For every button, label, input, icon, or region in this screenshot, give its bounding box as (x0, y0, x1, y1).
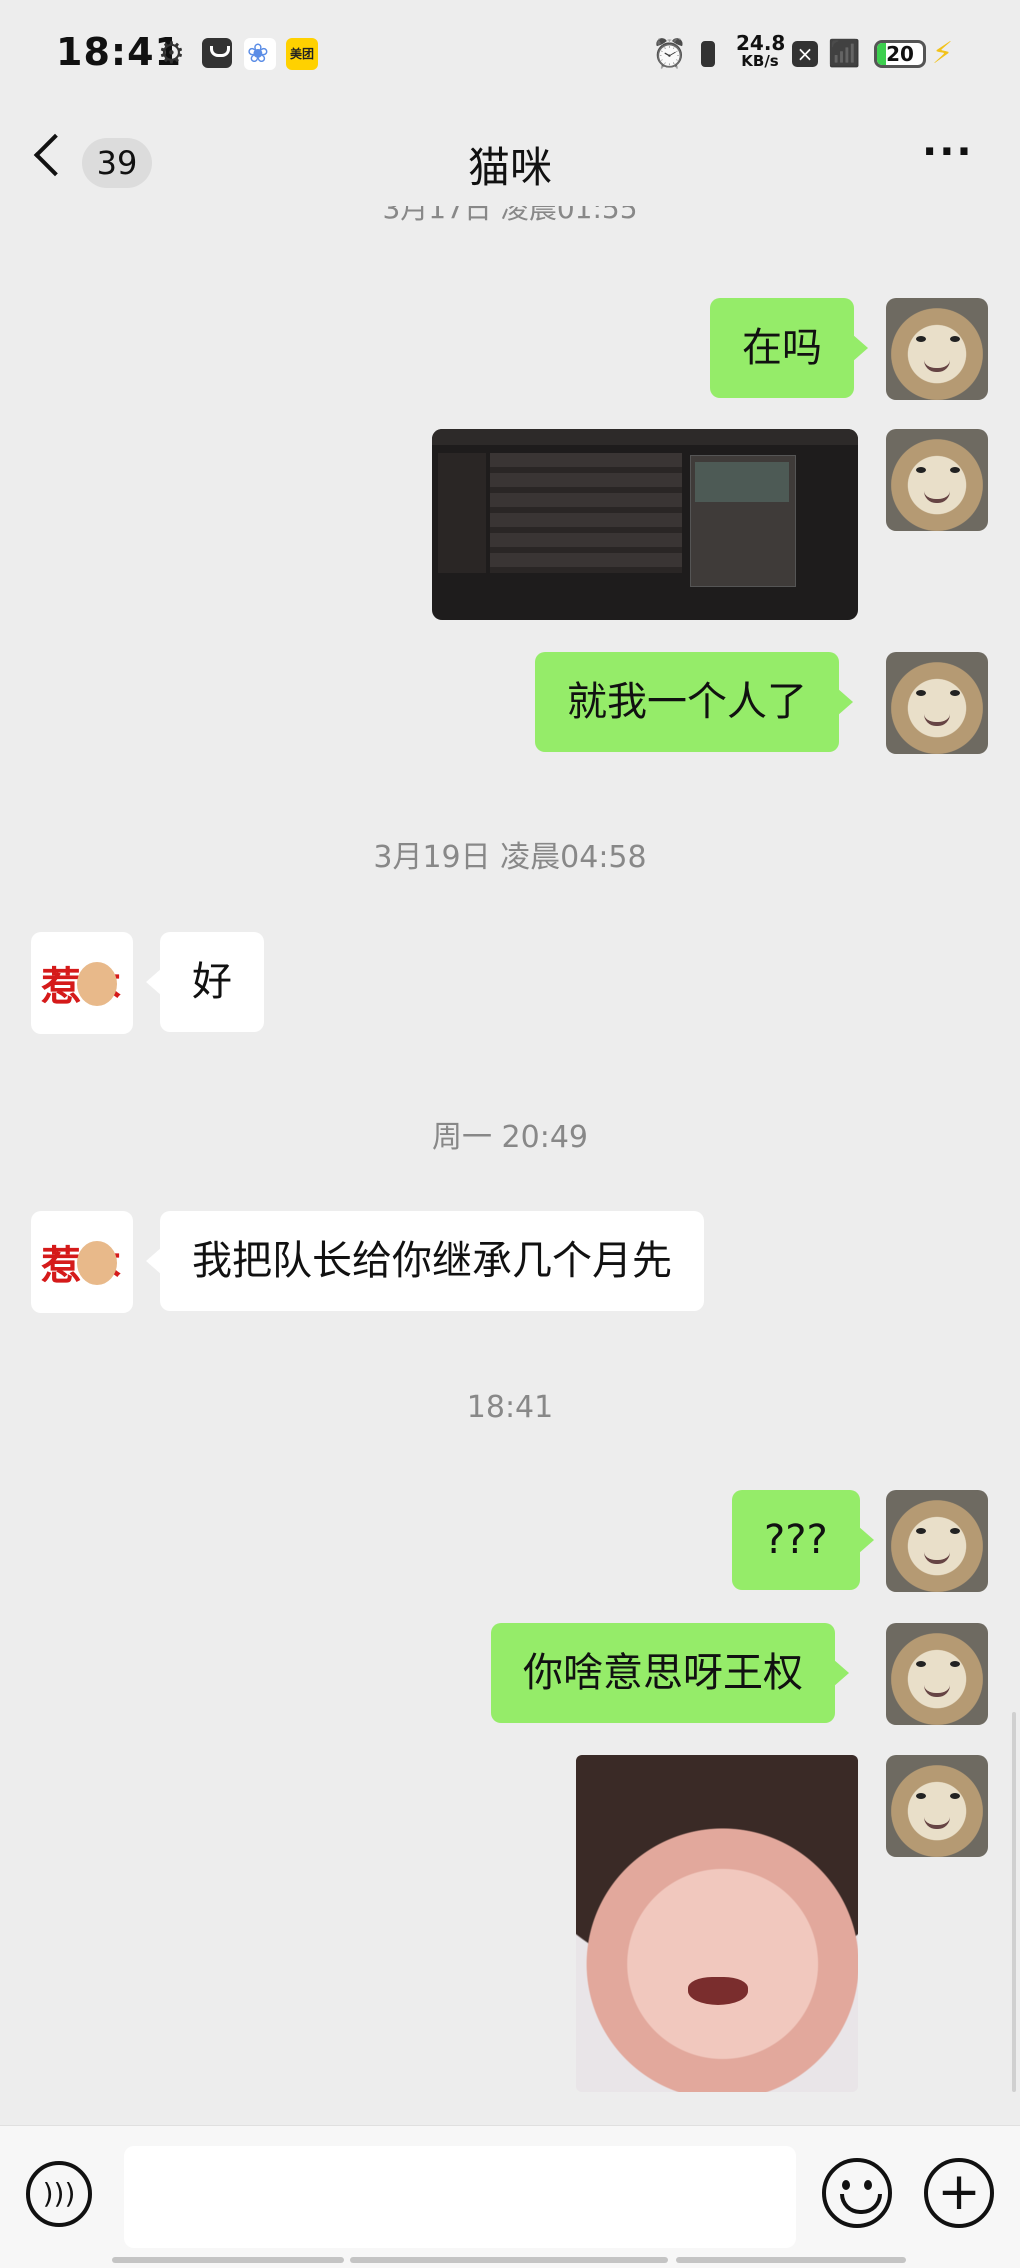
message-input[interactable] (124, 2146, 796, 2248)
my-avatar[interactable] (886, 1623, 988, 1725)
home-indicator (112, 2257, 344, 2263)
message-bubble-sent[interactable]: 你啥意思呀王权 (491, 1623, 849, 1723)
message-bubble-received[interactable]: 好 (146, 932, 264, 1032)
more-options-button[interactable]: ··· (922, 132, 974, 180)
scrollbar[interactable] (1012, 1712, 1016, 2092)
message-box-icon (202, 38, 232, 68)
sim-blocked-icon: × (792, 41, 818, 67)
my-avatar[interactable] (886, 1755, 988, 1857)
network-speed-value: 24.8 (736, 31, 786, 55)
my-avatar[interactable] (886, 298, 988, 400)
wifi-icon (828, 38, 866, 70)
home-indicator (676, 2257, 906, 2263)
image-topbar (432, 429, 858, 445)
vibrate-icon (692, 38, 726, 70)
alarm-icon (652, 38, 684, 70)
plus-icon[interactable]: + (924, 2158, 994, 2228)
image-message[interactable] (432, 429, 858, 620)
kitten-icon (77, 1241, 117, 1285)
my-avatar[interactable] (886, 429, 988, 531)
message-bubble-received[interactable]: 我把队长给你继承几个月先 (146, 1211, 704, 1311)
home-indicator (350, 2257, 668, 2263)
message-bubble-sent[interactable]: 在吗 (710, 298, 868, 398)
kitten-icon (77, 962, 117, 1006)
status-bar: 18:41 美团 24.8 KB/s × 20 ⚡ (0, 0, 1020, 108)
message-bubble-sent[interactable]: ??? (732, 1490, 874, 1590)
clover-app-icon (244, 38, 276, 70)
battery-indicator: 20 (874, 40, 926, 68)
friend-avatar[interactable]: 惹本 (31, 1211, 133, 1313)
friend-avatar[interactable]: 惹本 (31, 932, 133, 1034)
gear-icon (158, 38, 190, 70)
image-sidebar (438, 453, 486, 573)
my-avatar[interactable] (886, 1490, 988, 1592)
chat-title: 猫咪 (467, 143, 552, 192)
emoji-icon[interactable] (822, 2158, 892, 2228)
meituan-app-icon: 美团 (286, 38, 318, 70)
network-speed-unit: KB/s (741, 52, 779, 70)
image-table (490, 453, 682, 573)
image-panel (690, 455, 796, 587)
timestamp: 3月19日 凌晨04:58 (373, 840, 647, 875)
charging-bolt-icon: ⚡ (932, 36, 954, 71)
timestamp-partial: 3月17日 凌晨01:55 (382, 206, 638, 225)
battery-level: 20 (886, 42, 914, 66)
timestamp: 周一 20:49 (432, 1120, 588, 1155)
sticker-message[interactable] (576, 1755, 858, 2092)
timestamp: 18:41 (466, 1390, 554, 1425)
message-bubble-sent[interactable]: 就我一个人了 (535, 652, 853, 752)
network-speed: 24.8 KB/s (736, 31, 786, 70)
my-avatar[interactable] (886, 652, 988, 754)
voice-icon[interactable]: ))) (26, 2161, 92, 2227)
